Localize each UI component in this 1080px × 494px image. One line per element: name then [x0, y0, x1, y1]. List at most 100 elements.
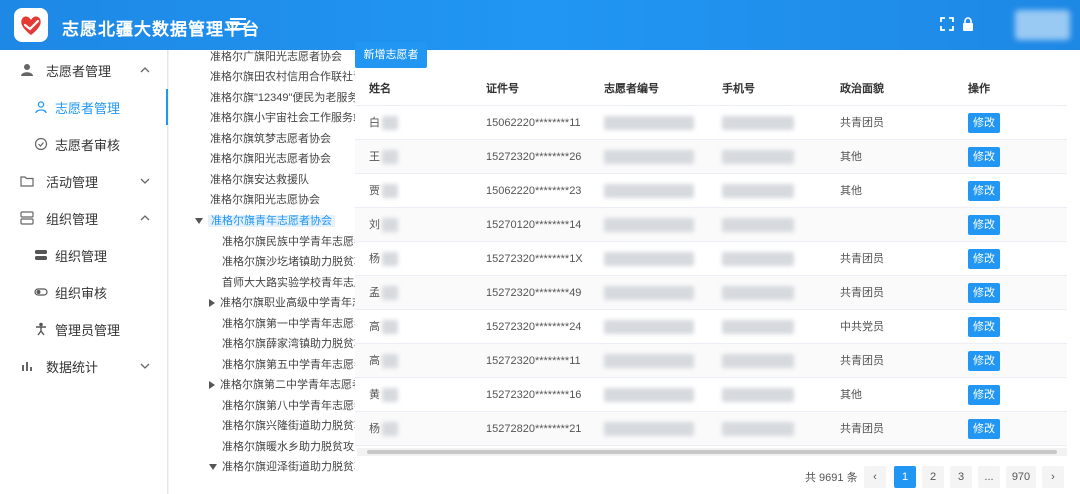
- tree-node[interactable]: 准格尔旗"12349"便民为老服务中: [210, 89, 355, 107]
- redacted-name: [382, 320, 398, 335]
- redacted-name: [382, 422, 398, 437]
- sidebar-item-volunteer-review[interactable]: 志愿者审核: [0, 126, 168, 162]
- horizontal-scrollbar[interactable]: [357, 448, 1067, 456]
- redacted-number: [604, 354, 694, 369]
- caret-right-icon[interactable]: [209, 381, 215, 390]
- sidebar-item-org-manage[interactable]: 组织管理: [0, 237, 168, 273]
- caret-down-icon[interactable]: [209, 464, 217, 471]
- sidebar-item-volunteer-manage[interactable]: 志愿者管理: [0, 89, 168, 125]
- edit-button[interactable]: 修改: [968, 351, 1000, 371]
- sidebar-group-stats[interactable]: 数据统计: [0, 348, 168, 384]
- volunteer-no-cell: [604, 344, 694, 378]
- edit-button[interactable]: 修改: [968, 249, 1000, 269]
- redacted-phone: [722, 422, 794, 437]
- edit-button[interactable]: 修改: [968, 215, 1000, 235]
- tree-node-label: 准格尔旗职业高级中学青年志: [220, 297, 355, 309]
- caret-right-icon[interactable]: [209, 299, 215, 308]
- tree-node[interactable]: 准格尔旗第八中学青年志愿者: [222, 397, 355, 415]
- volunteer-no-cell: [604, 140, 694, 174]
- tree-node[interactable]: 准格尔旗阳光志愿协会: [210, 191, 320, 209]
- name-cell: 孟: [369, 276, 398, 310]
- redacted-phone: [722, 388, 794, 403]
- edit-button[interactable]: 修改: [968, 385, 1000, 405]
- tree-node[interactable]: 准格尔旗民族中学青年志愿者: [222, 233, 355, 251]
- tree-node-label: 首师大大路实验学校青年志愿: [222, 277, 355, 289]
- tree-node-expanded[interactable]: 准格尔旗迎泽街道助力脱贫攻: [209, 458, 355, 476]
- sidebar-item-label: 组织审核: [55, 285, 108, 301]
- user-avatar[interactable]: [1015, 10, 1070, 40]
- tree-node[interactable]: 准格尔旗阳光志愿者协会: [210, 150, 331, 168]
- party-cell: 共青团员: [840, 423, 884, 435]
- tree-node[interactable]: 准格尔旗兴隆街道助力脱贫攻: [222, 417, 355, 435]
- next-page-button[interactable]: ›: [1042, 466, 1064, 488]
- caret-down-icon[interactable]: [195, 218, 203, 225]
- table-row: 王 15272320********26 其他 修改: [355, 140, 1067, 174]
- tree-node[interactable]: 准格尔旗小宇宙社会工作服务站: [210, 109, 355, 127]
- edit-button[interactable]: 修改: [968, 419, 1000, 439]
- logo-heart-icon[interactable]: [14, 8, 48, 42]
- tree-node-label: 准格尔旗第五中学青年志愿者: [222, 359, 355, 371]
- phone-cell: [722, 378, 794, 412]
- id-cell: 15270120********14: [486, 219, 582, 231]
- sidebar-group-activity[interactable]: 活动管理: [0, 163, 168, 199]
- table-row: 高 15272320********24 中共党员 修改: [355, 310, 1067, 344]
- sidebar-group-volunteer[interactable]: 志愿者管理: [0, 52, 168, 88]
- volunteer-no-cell: [604, 242, 694, 276]
- edit-button[interactable]: 修改: [968, 147, 1000, 167]
- tree-node[interactable]: 准格尔旗第一中学青年志愿者: [222, 315, 355, 333]
- sidebar-group-org[interactable]: 组织管理: [0, 200, 168, 236]
- id-cell: 15062220********11: [486, 117, 581, 129]
- tree-node[interactable]: 准格尔旗筑梦志愿者协会: [210, 130, 331, 148]
- name-cell: 王: [369, 140, 398, 174]
- sidebar-item-admin-manage[interactable]: 管理员管理: [0, 311, 168, 347]
- tree-node[interactable]: 首师大大路实验学校青年志愿: [222, 274, 355, 292]
- edit-button[interactable]: 修改: [968, 283, 1000, 303]
- page-ellipsis[interactable]: ...: [978, 466, 1000, 488]
- volunteer-no-cell: [604, 378, 694, 412]
- volunteer-no-cell: [604, 276, 694, 310]
- volunteer-no-cell: [604, 208, 694, 242]
- tree-node-expanded[interactable]: 准格尔旗青年志愿者协会: [195, 212, 335, 230]
- sidebar-item-org-review[interactable]: 组织审核: [0, 274, 168, 310]
- edit-button[interactable]: 修改: [968, 181, 1000, 201]
- scrollbar-thumb[interactable]: [367, 450, 1057, 454]
- name-cell: 贾: [369, 174, 398, 208]
- table-row: 杨 15272320********1X 共青团员 修改: [355, 242, 1067, 276]
- page-button[interactable]: 970: [1006, 466, 1036, 488]
- name-cell: 高: [369, 344, 398, 378]
- page-button[interactable]: 1: [894, 466, 916, 488]
- lock-icon[interactable]: [961, 17, 975, 31]
- chevron-down-icon: [140, 178, 150, 184]
- edit-button[interactable]: 修改: [968, 317, 1000, 337]
- redacted-number: [604, 286, 694, 301]
- tree-node[interactable]: 准格尔旗第五中学青年志愿者: [222, 356, 355, 374]
- tree-node[interactable]: 准格尔广旗阳光志愿者协会: [210, 50, 342, 66]
- sidebar-item-label: 组织管理: [55, 248, 108, 264]
- tree-node[interactable]: 准格尔旗安达救援队: [210, 171, 309, 189]
- fullscreen-icon[interactable]: [940, 17, 954, 31]
- phone-cell: [722, 412, 794, 446]
- page-button[interactable]: 3: [950, 466, 972, 488]
- add-volunteer-button[interactable]: 新增志愿者: [355, 42, 427, 68]
- tree-node[interactable]: 准格尔旗沙圪堵镇助力脱贫攻: [222, 253, 355, 271]
- tree-node-collapsed[interactable]: 准格尔旗职业高级中学青年志: [209, 294, 355, 312]
- tree-node[interactable]: 准格尔旗暖水乡助力脱贫攻坚: [222, 438, 355, 456]
- phone-cell: [722, 106, 794, 140]
- tree-node[interactable]: 准格尔旗薛家湾镇助力脱贫攻: [222, 335, 355, 353]
- check-circle-icon: [34, 137, 48, 151]
- tree-node-collapsed[interactable]: 准格尔旗第二中学青年志愿者: [209, 376, 355, 394]
- redacted-phone: [722, 354, 794, 369]
- column-header: 姓名: [369, 83, 391, 95]
- redacted-number: [604, 218, 694, 233]
- redacted-number: [604, 320, 694, 335]
- prev-page-button[interactable]: ‹: [864, 466, 886, 488]
- party-cell: 其他: [840, 389, 862, 401]
- name-text: 白: [369, 117, 380, 129]
- redacted-number: [604, 116, 694, 131]
- page-button[interactable]: 2: [922, 466, 944, 488]
- redacted-number: [604, 422, 694, 437]
- phone-cell: [722, 140, 794, 174]
- tree-node[interactable]: 准格尔旗田农村信用合作联社青: [210, 68, 355, 86]
- edit-button[interactable]: 修改: [968, 113, 1000, 133]
- menu-icon[interactable]: [230, 15, 246, 31]
